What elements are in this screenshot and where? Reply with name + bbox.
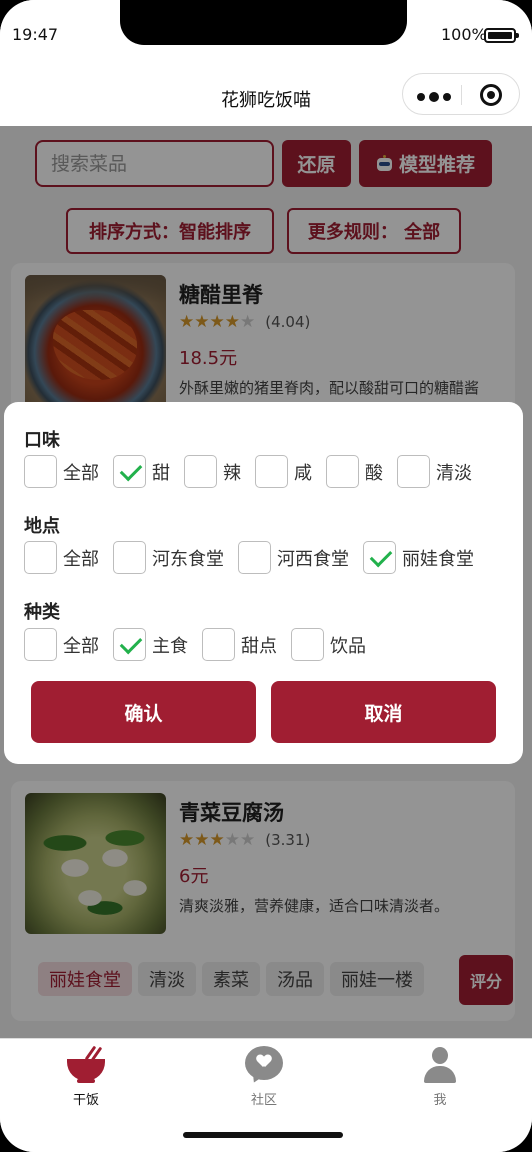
taste-option-salty[interactable]: 咸 xyxy=(255,455,312,488)
checkbox[interactable] xyxy=(24,455,57,488)
option-label: 全部 xyxy=(63,635,99,657)
filter-modal: 口味 全部 甜 辣 咸 酸 清淡 地点 全部 河东食堂 河西食堂 丽娃食堂 种类… xyxy=(4,402,523,764)
checkbox[interactable] xyxy=(326,455,359,488)
nav-bar: 花狮吃饭喵 xyxy=(0,62,532,126)
status-time: 19:47 xyxy=(12,25,59,44)
tab-me[interactable]: 我 xyxy=(380,1045,500,1108)
phone-screen: 19:47 100% 花狮吃饭喵 还原 模型推荐 排序方式：智能排序 更多规则：… xyxy=(0,0,532,1152)
checkbox[interactable] xyxy=(24,628,57,661)
location-option-hexi[interactable]: 河西食堂 xyxy=(238,541,349,574)
option-label: 河西食堂 xyxy=(277,548,349,570)
checkbox[interactable] xyxy=(184,455,217,488)
category-option-dessert[interactable]: 甜点 xyxy=(202,628,277,661)
tab-community[interactable]: 社区 xyxy=(204,1045,324,1108)
checkbox[interactable] xyxy=(255,455,288,488)
more-icon[interactable] xyxy=(417,92,451,102)
battery-percent: 100% xyxy=(441,25,487,44)
option-label: 丽娃食堂 xyxy=(402,548,474,570)
taste-option-all[interactable]: 全部 xyxy=(24,455,99,488)
tab-bar: 干饭 社区 我 xyxy=(0,1038,532,1152)
close-target-icon[interactable] xyxy=(480,84,502,106)
person-icon xyxy=(420,1045,460,1085)
category-option-all[interactable]: 全部 xyxy=(24,628,99,661)
taste-option-spicy[interactable]: 辣 xyxy=(184,455,241,488)
tab-label: 干饭 xyxy=(72,1093,99,1108)
capsule-divider xyxy=(461,85,462,105)
option-label: 甜点 xyxy=(241,635,277,657)
taste-section-title: 口味 xyxy=(24,430,60,451)
location-option-hedong[interactable]: 河东食堂 xyxy=(113,541,224,574)
camera-notch xyxy=(120,0,407,45)
option-label: 河东食堂 xyxy=(152,548,224,570)
checkbox[interactable] xyxy=(202,628,235,661)
location-options: 全部 河东食堂 河西食堂 丽娃食堂 xyxy=(24,541,474,574)
checkbox[interactable] xyxy=(24,541,57,574)
option-label: 全部 xyxy=(63,548,99,570)
mini-program-capsule xyxy=(402,73,520,115)
checkbox-checked[interactable] xyxy=(113,455,146,488)
taste-options: 全部 甜 辣 咸 酸 清淡 xyxy=(24,455,472,488)
checkbox[interactable] xyxy=(291,628,324,661)
category-options: 全部 主食 甜点 饮品 xyxy=(24,628,366,661)
option-label: 饮品 xyxy=(330,635,366,657)
home-indicator[interactable] xyxy=(183,1132,343,1138)
confirm-button[interactable]: 确认 xyxy=(31,681,256,743)
option-label: 酸 xyxy=(365,462,383,484)
checkbox[interactable] xyxy=(113,541,146,574)
option-label: 清淡 xyxy=(436,462,472,484)
cancel-button[interactable]: 取消 xyxy=(271,681,496,743)
bowl-icon xyxy=(65,1045,107,1085)
option-label: 咸 xyxy=(294,462,312,484)
category-option-drink[interactable]: 饮品 xyxy=(291,628,366,661)
taste-option-sweet[interactable]: 甜 xyxy=(113,455,170,488)
battery-icon xyxy=(484,28,519,43)
tab-label: 社区 xyxy=(250,1093,277,1108)
checkbox-checked[interactable] xyxy=(113,628,146,661)
category-section-title: 种类 xyxy=(24,602,60,623)
checkbox[interactable] xyxy=(397,455,430,488)
option-label: 甜 xyxy=(152,462,170,484)
taste-option-light[interactable]: 清淡 xyxy=(397,455,472,488)
checkbox[interactable] xyxy=(238,541,271,574)
chat-icon xyxy=(244,1045,284,1086)
checkbox-checked[interactable] xyxy=(363,541,396,574)
status-bar: 19:47 100% xyxy=(0,0,532,62)
location-option-all[interactable]: 全部 xyxy=(24,541,99,574)
option-label: 主食 xyxy=(152,635,188,657)
taste-option-sour[interactable]: 酸 xyxy=(326,455,383,488)
option-label: 辣 xyxy=(223,462,241,484)
tab-eat[interactable]: 干饭 xyxy=(26,1045,146,1108)
option-label: 全部 xyxy=(63,462,99,484)
category-option-staple[interactable]: 主食 xyxy=(113,628,188,661)
location-option-liwa[interactable]: 丽娃食堂 xyxy=(363,541,474,574)
tab-label: 我 xyxy=(433,1093,447,1108)
location-section-title: 地点 xyxy=(24,516,60,537)
